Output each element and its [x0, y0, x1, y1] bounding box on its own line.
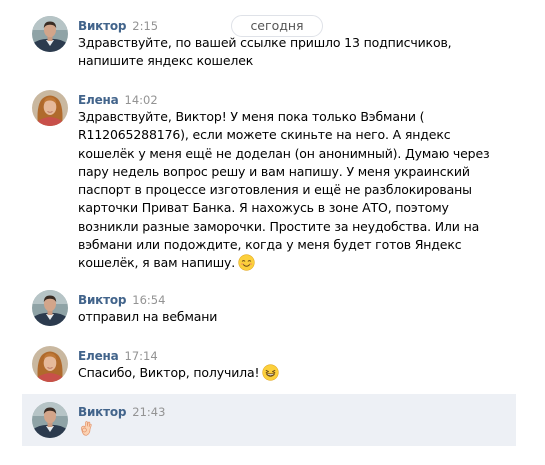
message-header: Елена 17:14: [78, 347, 158, 363]
avatar[interactable]: [32, 402, 68, 438]
message-header: Виктор 2:15: [78, 17, 158, 33]
message-time[interactable]: 14:02: [125, 93, 158, 107]
message-time[interactable]: 17:14: [125, 349, 158, 363]
woman-avatar-icon: [32, 90, 68, 126]
message-text: отправил на вебмани: [78, 309, 218, 324]
author-name[interactable]: Елена: [78, 349, 119, 363]
message-text: Здравствуйте, Виктор! У меня пока только…: [78, 108, 508, 277]
message-header: Виктор 16:54: [78, 291, 165, 307]
message-text: Спасибо, Виктор, получила!: [78, 364, 508, 386]
author-name[interactable]: Виктор: [78, 19, 126, 33]
chat-history: сегодня Виктор 2:15 Здравствуйте, по ваше…: [0, 0, 545, 465]
man-avatar-icon: [32, 290, 68, 326]
blush-emoji-icon: [238, 254, 255, 276]
message-item[interactable]: Елена 17:14 Спасибо, Виктор, получила!: [22, 340, 516, 388]
message-header: Виктор 21:43: [78, 403, 165, 419]
message-time[interactable]: 16:54: [132, 293, 165, 307]
man-avatar-icon: [32, 402, 68, 438]
woman-avatar-icon: [32, 346, 68, 382]
message-item[interactable]: Виктор 2:15 Здравствуйте, по вашей ссылке…: [22, 10, 516, 76]
message-item[interactable]: Елена 14:02 Здравствуйте, Виктор! У меня …: [22, 84, 516, 280]
ok-hand-emoji-icon: [78, 420, 94, 442]
avatar[interactable]: [32, 90, 68, 126]
message-time[interactable]: 21:43: [132, 405, 165, 419]
message-text: [78, 420, 508, 442]
author-name[interactable]: Виктор: [78, 293, 126, 307]
message-header: Елена 14:02: [78, 91, 158, 107]
man-avatar-icon: [32, 16, 68, 52]
author-name[interactable]: Виктор: [78, 405, 126, 419]
message-text: Здравствуйте, по вашей ссылке пришло 13 …: [78, 35, 452, 69]
avatar[interactable]: [32, 346, 68, 382]
grin-emoji-icon: [262, 364, 280, 386]
avatar[interactable]: [32, 290, 68, 326]
message-item[interactable]: Виктор 16:54 отправил на вебмани: [22, 284, 516, 332]
message-time[interactable]: 2:15: [132, 19, 158, 33]
avatar[interactable]: [32, 16, 68, 52]
author-name[interactable]: Елена: [78, 93, 119, 107]
message-item[interactable]: Виктор 21:43: [22, 394, 516, 446]
